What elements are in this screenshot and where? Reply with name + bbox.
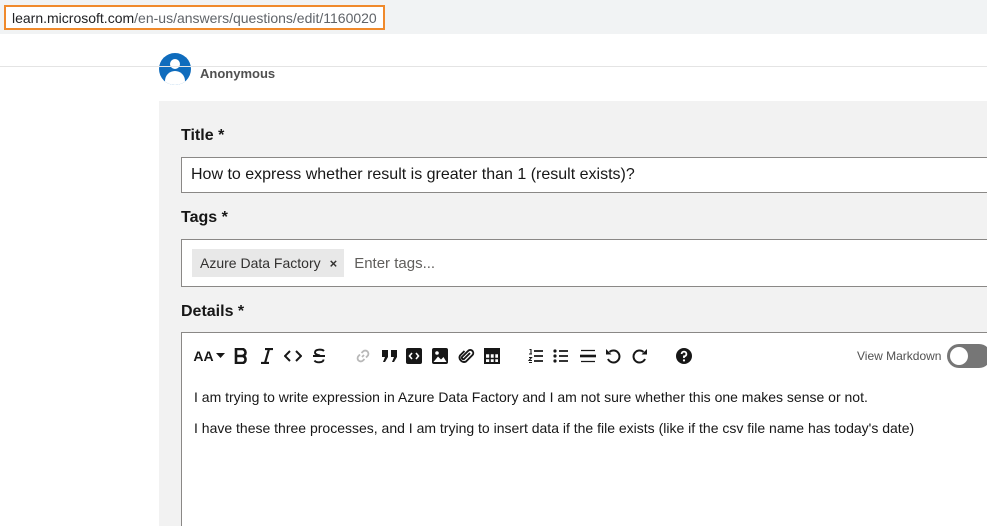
undo-button[interactable] [604, 345, 622, 367]
bulleted-list-icon [553, 349, 568, 363]
tag-chip-label: Azure Data Factory [200, 255, 321, 271]
author-info: Anonymous [159, 52, 275, 86]
view-markdown-label: View Markdown [857, 349, 942, 363]
toggle-knob [950, 347, 968, 365]
font-size-label: AA [193, 348, 214, 364]
redo-button[interactable] [630, 345, 648, 367]
details-paragraph: I am trying to write expression in Azure… [194, 389, 868, 405]
image-icon [432, 348, 448, 364]
details-label: Details * [181, 303, 244, 321]
code-block-button[interactable] [405, 345, 423, 367]
view-markdown-toggle[interactable] [947, 344, 987, 368]
details-textarea[interactable]: I am trying to write expression in Azure… [194, 388, 984, 450]
tags-required-marker: * [221, 209, 228, 226]
strikethrough-button[interactable] [310, 345, 328, 367]
strikethrough-icon [313, 348, 325, 364]
image-button[interactable] [431, 345, 449, 367]
details-required-marker: * [237, 303, 245, 320]
title-label: Title * [181, 127, 224, 145]
editor-toolbar: AA View Markdown [182, 333, 987, 379]
tags-label-text: Tags [181, 209, 218, 226]
italic-icon [261, 348, 273, 364]
page-divider [0, 66, 987, 67]
italic-button[interactable] [258, 345, 276, 367]
details-paragraph: I have these three processes, and I am t… [194, 420, 915, 436]
browser-address-bar: learn.microsoft.com/en-us/answers/questi… [0, 0, 987, 34]
details-label-text: Details [181, 303, 234, 320]
attachment-button[interactable] [457, 345, 475, 367]
code-block-icon [406, 348, 422, 364]
tags-label: Tags * [181, 209, 228, 227]
author-name: Anonymous [200, 65, 276, 81]
help-button[interactable] [675, 345, 693, 367]
url-field[interactable]: learn.microsoft.com/en-us/answers/questi… [4, 5, 385, 30]
bold-button[interactable] [232, 345, 250, 367]
title-required-marker: * [218, 127, 225, 144]
link-button[interactable] [354, 345, 372, 367]
table-icon [484, 348, 500, 364]
code-icon [284, 350, 302, 362]
quote-button[interactable] [380, 345, 398, 367]
avatar-head-shape [170, 59, 180, 69]
tags-field[interactable]: Azure Data Factory × [181, 239, 987, 287]
link-icon [356, 349, 370, 363]
avatar [159, 53, 191, 85]
horizontal-rule-button[interactable] [579, 345, 597, 367]
avatar-body-shape [165, 71, 185, 85]
horizontal-rule-icon [580, 349, 596, 363]
numbered-list-button[interactable] [527, 345, 545, 367]
code-button[interactable] [283, 345, 303, 367]
title-input[interactable]: How to express whether result is greater… [181, 157, 987, 193]
bold-icon [234, 348, 247, 364]
remove-tag-icon[interactable]: × [330, 256, 338, 271]
numbered-list-icon [528, 348, 543, 364]
font-size-button[interactable]: AA [193, 345, 225, 367]
details-editor: AA View Markdown I am trying to write ex… [181, 332, 987, 526]
bulleted-list-button[interactable] [552, 345, 570, 367]
tags-input[interactable] [354, 254, 655, 272]
attachment-icon [458, 349, 474, 363]
url-host: learn.microsoft.com [12, 9, 135, 26]
table-button[interactable] [483, 345, 501, 367]
url-path: /en-us/answers/questions/edit/1160020 [134, 9, 377, 26]
undo-icon [605, 348, 620, 363]
help-icon [676, 348, 692, 364]
tag-chip: Azure Data Factory × [192, 249, 345, 277]
quote-icon [381, 350, 397, 362]
chevron-down-icon [215, 353, 225, 358]
redo-icon [632, 348, 647, 363]
title-label-text: Title [181, 127, 214, 144]
